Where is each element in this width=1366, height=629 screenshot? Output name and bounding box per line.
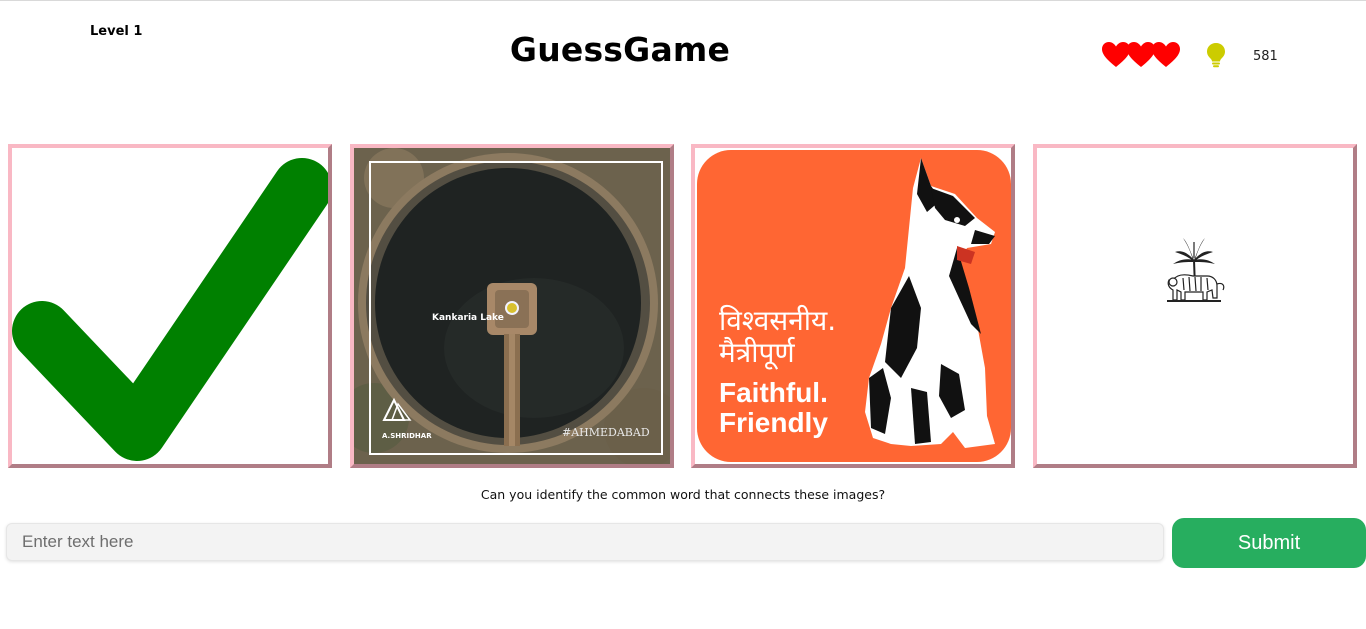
question-prompt: Can you identify the common word that co… bbox=[480, 487, 886, 502]
checkmark-icon bbox=[12, 158, 328, 461]
english-text-line1: Faithful. bbox=[719, 377, 828, 408]
lake-label: Kankaria Lake bbox=[432, 313, 504, 323]
score-value: 581 bbox=[1253, 49, 1278, 64]
watermark-label: #AHMEDABAD bbox=[562, 426, 650, 439]
answer-input[interactable] bbox=[6, 523, 1164, 561]
heart-icon bbox=[1152, 42, 1180, 67]
lake-aerial-image: Kankaria Lake A.SHRIDHAR #AHMEDABAD bbox=[354, 148, 670, 464]
lightbulb-icon[interactable] bbox=[1205, 42, 1227, 68]
tiger-palm-emblem bbox=[1167, 238, 1225, 302]
clue-image-rbi-emblem bbox=[1033, 144, 1357, 468]
clue-image-faithful-friendly: विश्वसनीय. मैत्रीपूर्ण Faithful. Friendl… bbox=[691, 144, 1015, 468]
top-divider bbox=[0, 0, 1366, 1]
hindi-text-line2: मैत्रीपूर्ण bbox=[719, 336, 796, 370]
clue-image-kankaria-lake: Kankaria Lake A.SHRIDHAR #AHMEDABAD bbox=[350, 144, 674, 468]
clue-image-checkmark bbox=[8, 144, 332, 468]
english-text-line2: Friendly bbox=[719, 407, 828, 438]
credit-label: A.SHRIDHAR bbox=[382, 432, 432, 440]
submit-button[interactable]: Submit bbox=[1172, 518, 1366, 568]
hindi-text-line1: विश्वसनीय. bbox=[719, 304, 836, 337]
lives-display bbox=[1102, 42, 1182, 70]
emblem-image bbox=[1167, 238, 1225, 302]
dog-poster-image: विश्वसनीय. मैत्रीपूर्ण Faithful. Friendl… bbox=[695, 148, 1011, 464]
heart-icon bbox=[1127, 42, 1155, 67]
heart-icon bbox=[1102, 42, 1130, 67]
page-title: GuessGame bbox=[509, 30, 731, 69]
